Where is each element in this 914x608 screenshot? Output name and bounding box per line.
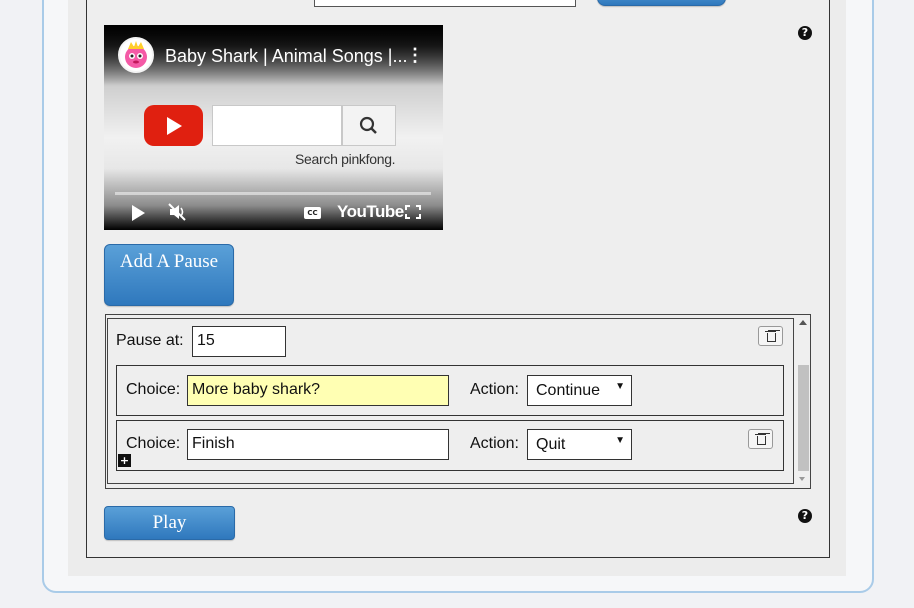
video-progress-bar[interactable] [115,192,431,195]
pause-at-input[interactable]: 15 [192,326,286,357]
scroll-thumb[interactable] [798,365,809,471]
add-choice-plus-icon[interactable]: + [118,454,131,467]
youtube-video-embed[interactable]: Baby Shark | Animal Songs |... ⋮ Search … [104,25,443,230]
dropdown-caret-icon: ▼ [615,435,625,446]
choice-input[interactable]: Finish [187,429,449,460]
delete-choice-trash-icon[interactable] [748,429,773,449]
pinkfong-logo-icon [125,41,147,68]
action-label: Action: [470,435,519,452]
closed-captions-icon[interactable]: CC [304,207,321,219]
play-button[interactable]: Play [104,506,235,540]
choice-label: Choice: [126,381,181,398]
video-title[interactable]: Baby Shark | Animal Songs |... [165,46,407,67]
youtube-logo[interactable]: YouTube [337,202,404,222]
muted-speaker-icon [168,203,186,221]
pause-list-scrollbar[interactable] [795,318,810,484]
top-text-input[interactable] [314,0,576,7]
help-icon[interactable]: ? [798,509,812,523]
action-select[interactable]: Continue ▼ [527,375,632,406]
channel-search-button[interactable] [342,105,396,146]
action-select-value: Continue [536,382,601,399]
help-icon[interactable]: ? [798,26,812,40]
search-icon [359,116,377,134]
channel-avatar[interactable] [118,37,154,73]
pause-at-label: Pause at: [116,332,184,349]
youtube-play-logo-icon[interactable] [144,105,203,146]
scroll-up-arrow-icon[interactable] [799,320,807,325]
fullscreen-icon[interactable] [405,205,421,219]
mute-icon[interactable] [168,203,188,225]
choice-label: Choice: [126,435,181,452]
dropdown-caret-icon: ▼ [615,381,625,392]
action-select[interactable]: Quit ▼ [527,429,632,460]
scroll-down-arrow-icon[interactable] [799,477,805,481]
fullscreen-corners-icon [405,205,421,219]
delete-pause-trash-icon[interactable] [758,326,783,346]
action-select-value: Quit [536,436,566,453]
more-vert-icon[interactable]: ⋮ [406,45,424,66]
action-label: Action: [470,381,519,398]
play-icon[interactable] [132,205,145,221]
channel-search-field[interactable] [212,105,342,146]
search-caption: Search pinkfong. [295,151,396,167]
top-button[interactable] [597,0,726,6]
add-pause-button[interactable]: Add A Pause [104,244,234,306]
choice-input[interactable]: More baby shark? [187,375,449,406]
